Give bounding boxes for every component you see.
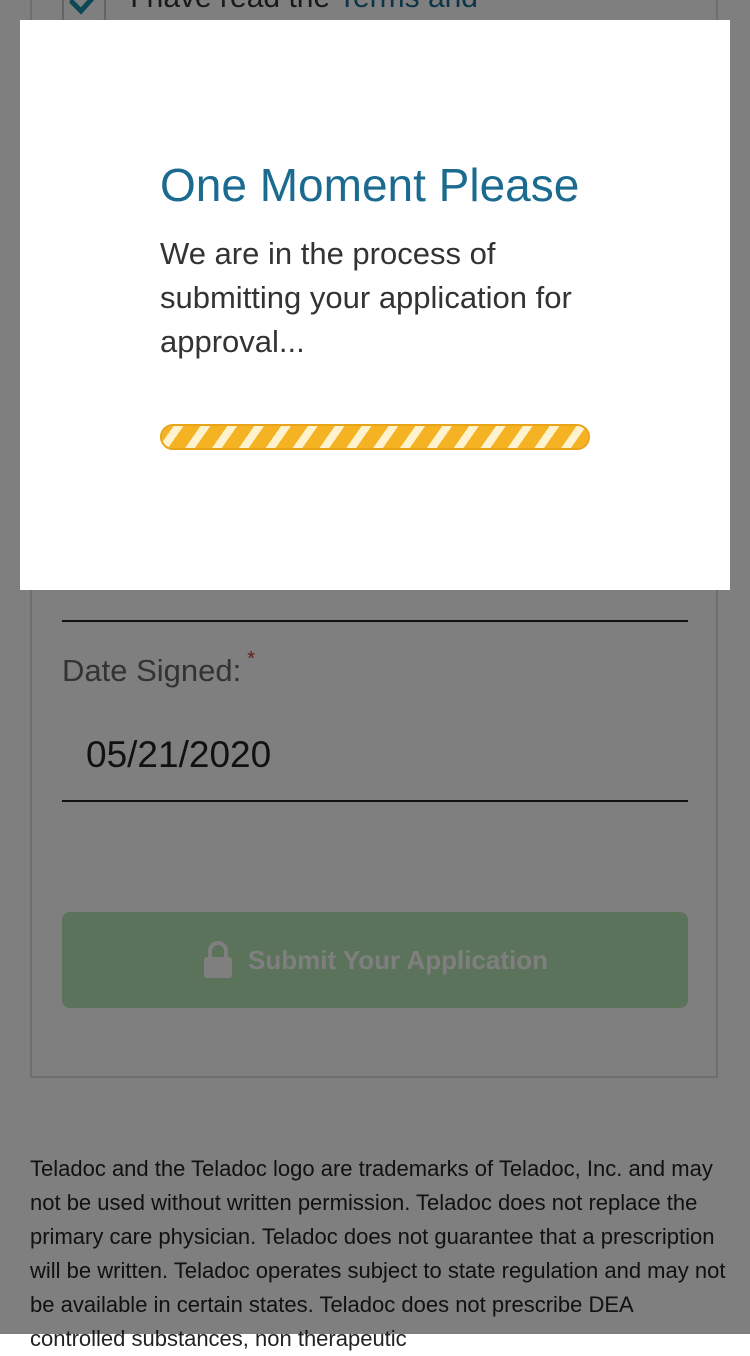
loading-modal: One Moment Please We are in the process …	[20, 20, 730, 590]
modal-title: One Moment Please	[160, 159, 580, 211]
modal-message: We are in the process of submitting your…	[160, 236, 572, 359]
progress-bar	[160, 424, 590, 450]
progress-fill	[162, 426, 588, 448]
modal-overlay: One Moment Please We are in the process …	[0, 0, 750, 1334]
